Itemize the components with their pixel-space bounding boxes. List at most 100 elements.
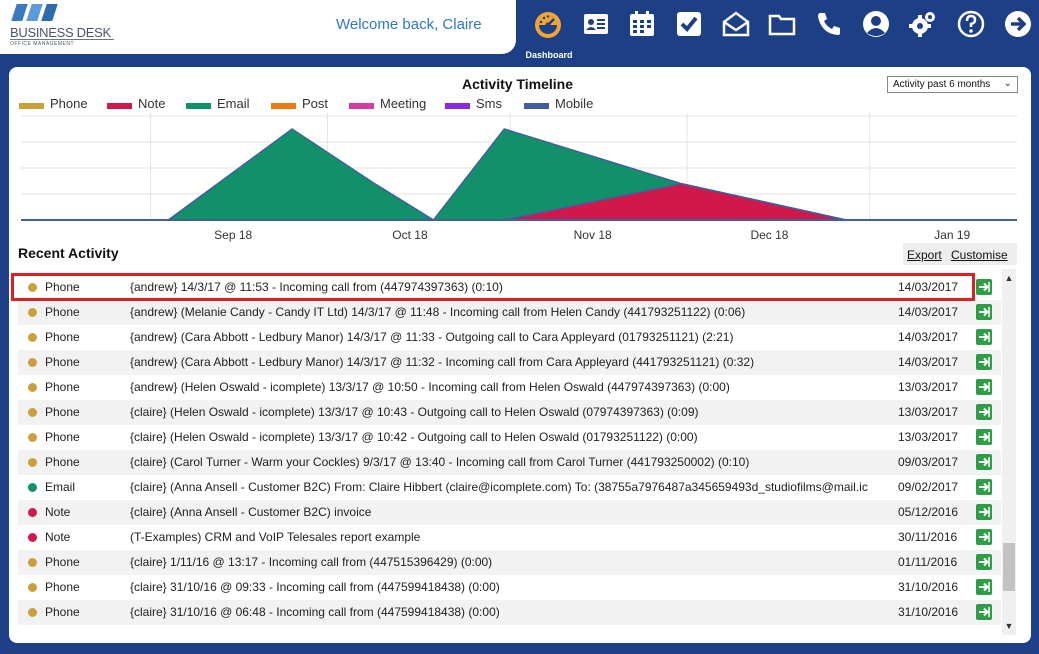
x-tick-label: Nov 18 <box>574 228 612 242</box>
calendar-icon[interactable] <box>626 8 658 40</box>
activity-type: Note <box>45 505 71 519</box>
legend-item-mobile[interactable]: Mobile <box>524 96 593 111</box>
open-activity-arrow-icon[interactable] <box>976 479 992 495</box>
export-link[interactable]: Export <box>907 248 942 262</box>
dashboard-icon[interactable] <box>532 8 564 40</box>
activity-row[interactable]: Phone {claire} 31/10/16 @ 09:33 - Incomin… <box>18 575 1001 600</box>
activity-type-dot-icon <box>28 308 37 317</box>
activity-description: {claire} 31/10/16 @ 09:33 - Incoming cal… <box>130 580 500 594</box>
activity-row[interactable]: Phone {claire} 31/10/16 @ 06:48 - Incomin… <box>18 600 1001 625</box>
open-activity-arrow-icon[interactable] <box>976 304 992 320</box>
activity-date: 14/03/2017 <box>898 355 959 369</box>
open-activity-arrow-icon[interactable] <box>976 604 992 620</box>
activity-description: {claire} (Anna Ansell - Customer B2C) Fr… <box>130 480 868 494</box>
dashboard-panel: Activity Timeline Activity past 6 months… <box>9 67 1031 643</box>
activity-type: Phone <box>45 455 80 469</box>
dashboard-label[interactable]: Dashboard <box>522 50 576 60</box>
activity-type-dot-icon <box>28 583 37 592</box>
scroll-down-arrow-icon[interactable]: ▼ <box>1002 619 1016 633</box>
activity-row[interactable]: Phone {andrew} (Cara Abbott - Ledbury Man… <box>18 350 1001 375</box>
open-activity-arrow-icon[interactable] <box>976 454 992 470</box>
open-activity-arrow-icon[interactable] <box>976 279 992 295</box>
activity-type: Phone <box>45 430 80 444</box>
activity-type: Phone <box>45 580 80 594</box>
logout-arrow-icon[interactable] <box>1002 8 1034 40</box>
activity-row[interactable]: Phone {andrew} (Melanie Candy - Candy IT … <box>18 300 1001 325</box>
activity-type: Phone <box>45 555 80 569</box>
activity-row[interactable]: Email {claire} (Anna Ansell - Customer B2… <box>18 475 1001 500</box>
user-account-icon[interactable] <box>860 8 892 40</box>
logo-subtitle: OFFICE MANAGEMENT <box>10 41 75 47</box>
open-activity-arrow-icon[interactable] <box>976 379 992 395</box>
activity-date: 31/10/2016 <box>898 580 959 594</box>
activity-type-dot-icon <box>28 383 37 392</box>
legend-swatch <box>271 102 296 109</box>
activity-description: {andrew} (Cara Abbott - Ledbury Manor) 1… <box>130 330 734 344</box>
legend-item-post[interactable]: Post <box>271 96 328 111</box>
activity-date: 30/11/2016 <box>898 530 958 544</box>
chevron-down-icon: ⌄ <box>1003 78 1012 89</box>
activity-row[interactable]: Phone {andrew} (Helen Oswald - icomplete)… <box>18 375 1001 400</box>
activity-date: 01/11/2016 <box>898 555 958 569</box>
activity-row[interactable]: Phone {claire} (Helen Oswald - icomplete)… <box>18 400 1001 425</box>
logo-name: BUSINESS DESK <box>10 25 111 40</box>
open-activity-arrow-icon[interactable] <box>976 529 992 545</box>
legend-item-note[interactable]: Note <box>107 96 165 111</box>
activity-description: {claire} (Anna Ansell - Customer B2C) in… <box>130 505 372 519</box>
tasks-check-icon[interactable] <box>673 8 705 40</box>
activity-type: Phone <box>45 330 80 344</box>
activity-timeline-chart: Sep 18 Oct 18 Nov 18 Dec 18 Jan 19 <box>21 113 1017 242</box>
activity-type: Phone <box>45 280 80 294</box>
x-tick-label: Oct 18 <box>392 228 428 242</box>
legend-swatch <box>107 102 132 109</box>
open-activity-arrow-icon[interactable] <box>976 404 992 420</box>
activity-type: Phone <box>45 355 80 369</box>
legend-item-sms[interactable]: Sms <box>445 96 502 111</box>
legend-swatch <box>349 102 374 109</box>
phone-icon[interactable] <box>813 8 845 40</box>
legend-swatch <box>186 102 211 109</box>
scroll-thumb[interactable] <box>1003 543 1015 591</box>
activity-row[interactable]: Phone {claire} (Carol Turner - Warm your … <box>18 450 1001 475</box>
legend-item-phone[interactable]: Phone <box>19 96 88 111</box>
activity-date: 09/02/2017 <box>898 480 959 494</box>
activity-type: Phone <box>45 380 80 394</box>
legend-item-email[interactable]: Email <box>186 96 250 111</box>
activity-date: 13/03/2017 <box>898 380 959 394</box>
customise-link[interactable]: Customise <box>951 248 1008 262</box>
chart-title: Activity Timeline <box>461 76 573 92</box>
activity-row[interactable]: Phone {andrew} 14/3/17 @ 11:53 - Incoming… <box>18 275 1001 300</box>
contacts-icon[interactable] <box>580 8 612 40</box>
activity-row[interactable]: Phone {claire} 1/11/16 @ 13:17 - Incoming… <box>18 550 1001 575</box>
activity-range-select[interactable]: Activity past 6 months ⌄ <box>887 76 1018 93</box>
activity-scrollbar[interactable]: ▲ ▼ <box>1002 269 1016 635</box>
activity-row[interactable]: Phone {claire} (Helen Oswald - icomplete)… <box>18 425 1001 450</box>
activity-type: Note <box>45 530 71 544</box>
activity-row[interactable]: Note {claire} (Anna Ansell - Customer B2C… <box>18 500 1001 525</box>
legend-swatch <box>19 102 44 109</box>
open-activity-arrow-icon[interactable] <box>976 354 992 370</box>
activity-date: 05/12/2016 <box>898 505 959 519</box>
activity-row[interactable]: Note (T-Examples) CRM and VoIP Telesales … <box>18 525 1001 550</box>
activity-row[interactable]: Phone {andrew} (Cara Abbott - Ledbury Man… <box>18 325 1001 350</box>
legend-item-meeting[interactable]: Meeting <box>349 96 426 111</box>
recent-activity-list: Phone {andrew} 14/3/17 @ 11:53 - Incoming… <box>18 275 1001 643</box>
activity-type-dot-icon <box>28 333 37 342</box>
open-activity-arrow-icon[interactable] <box>976 579 992 595</box>
folder-icon[interactable] <box>766 8 798 40</box>
open-activity-arrow-icon[interactable] <box>976 329 992 345</box>
help-icon[interactable] <box>955 8 987 40</box>
scroll-up-arrow-icon[interactable]: ▲ <box>1002 271 1016 285</box>
activity-toolbar: Export Customise <box>903 243 1017 265</box>
recent-activity-title: Recent Activity <box>18 245 119 261</box>
open-activity-arrow-icon[interactable] <box>976 554 992 570</box>
business-desk-logo[interactable]: BUSINESS DESK OFFICE MANAGEMENT <box>8 4 128 48</box>
email-icon[interactable] <box>720 8 752 40</box>
welcome-message: Welcome back, Claire <box>336 16 482 33</box>
x-tick-label: Sep 18 <box>214 228 252 242</box>
activity-type: Phone <box>45 405 80 419</box>
activity-type-dot-icon <box>28 608 37 617</box>
open-activity-arrow-icon[interactable] <box>976 429 992 445</box>
open-activity-arrow-icon[interactable] <box>976 504 992 520</box>
settings-gears-icon[interactable] <box>907 8 939 40</box>
